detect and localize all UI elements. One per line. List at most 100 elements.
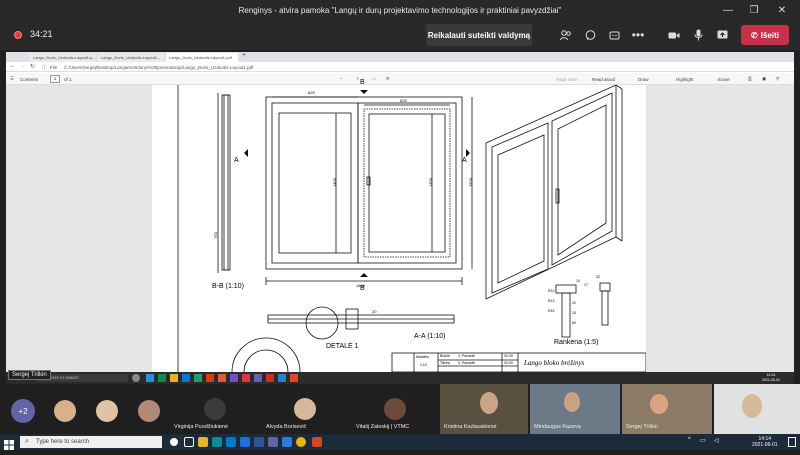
app-icon[interactable] [254,437,264,447]
erase-button[interactable]: Erase [718,77,730,82]
share-icon[interactable] [713,26,731,44]
participant-tile[interactable]: Vitalij Zaleskij | VTMC [352,384,438,434]
handle-dim: R13 [548,299,555,303]
mic-icon[interactable] [689,26,707,44]
fit-icon[interactable]: ⇔ [372,76,377,81]
chrome-icon[interactable] [296,437,306,447]
avatar [96,400,118,422]
handle-dim: R15 [548,309,555,313]
people-icon[interactable] [557,26,575,44]
section-marker-a-left: A [234,157,239,164]
app-icon [242,374,250,382]
print-icon[interactable]: ⎙ [748,76,752,81]
volume-icon[interactable]: ◁ [714,437,719,444]
tray-chevron-icon[interactable]: ^ [688,437,691,443]
participants-strip: +2 Virginija Puodžiukienė Alvyda Borisev… [0,384,800,434]
reactions-icon[interactable] [605,26,623,44]
zoom-in-icon[interactable]: + [356,76,359,81]
section-marker-a-right: A [462,157,467,164]
participant-video-tile[interactable]: Mindaugas Kazeva [530,384,620,434]
participant-video [480,392,498,414]
more-icon[interactable]: ••• [629,26,647,44]
browser-tab[interactable]: Langu_Duris_Uzduotis-Layout1... [98,53,164,62]
edge-icon[interactable] [212,437,222,447]
teams-icon[interactable] [268,437,278,447]
title-drawn-by-name: V. Pavardė [458,354,475,358]
back-icon[interactable]: ← [10,63,16,69]
minimize-icon[interactable]: — [716,0,740,20]
task-view-icon[interactable] [184,437,194,447]
address-bar[interactable]: ← → ↻ ⓘ File C:/Users/Sergej/Desktop/Lan… [6,62,794,72]
taskbar-search-input[interactable]: ⌕ Type here to search [20,436,162,448]
search-icon: ⌕ [25,438,29,445]
taskbar-clock[interactable]: 14:14 2021-06-01 [752,436,778,448]
shared-browser-window: Langu_Duris_Uzduotis-Layout1.p... Langu_… [6,52,794,372]
file-explorer-icon[interactable] [198,437,208,447]
meeting-timer: 34:21 [30,29,53,39]
title-date: 00-00 [504,361,513,365]
page-number-input[interactable]: 1 [50,75,60,83]
contents-icon[interactable]: ☰ [10,76,14,82]
avatar [138,400,160,422]
contents-button[interactable]: Contents [20,77,38,82]
self-video-tile[interactable] [714,384,800,434]
close-icon[interactable]: ✕ [770,0,794,20]
handle-dim: 22 [572,301,576,305]
app-icon [146,374,154,382]
dim-right-height: 1300 [427,178,433,187]
read-aloud-button[interactable]: Read aloud [592,77,615,82]
browser-tab[interactable]: Langu_Duris_Uzduotis-Layout1.p... [30,53,96,62]
participant-video-tile[interactable]: Kristina Kazlauskienė [440,384,528,434]
mail-icon[interactable] [226,437,236,447]
pdf-viewer[interactable]: A A B B 625 625 1400 1300 1500 1600 750 … [6,79,794,372]
section-bb-label: B-B (1:10) [212,283,244,290]
participant-tile[interactable]: Alvyda Borisevič [262,384,350,434]
windows-start-icon[interactable] [4,437,14,450]
more-participants-button[interactable]: +2 [11,399,35,423]
highlight-button[interactable]: Highlight [676,77,694,82]
notifications-icon[interactable] [788,437,796,447]
participant-tile[interactable]: Virginija Puodžiukienė [170,384,258,434]
browser-tabstrip: Langu_Duris_Uzduotis-Layout1.p... Langu_… [6,52,794,62]
participant-name: Virginija Puodžiukienė [174,424,229,430]
participant-video-tile[interactable]: Sergej Trilkin [622,384,712,434]
handle-dim: 10 [576,279,580,283]
handle-dim: 17 [584,283,588,287]
app-icon [182,374,190,382]
new-tab-icon[interactable]: + [242,52,246,59]
forward-icon[interactable]: → [20,63,26,69]
pin-icon[interactable]: ⚲ [776,76,779,82]
draw-button[interactable]: Draw [638,77,649,82]
page-view-button[interactable]: Page view [556,77,577,82]
info-icon: ⓘ [42,65,48,71]
maximize-icon[interactable]: ❐ [742,0,766,20]
url-text[interactable]: C:/Users/Sergej/Desktop/Langai%20durys%2… [64,65,253,70]
handle-dim: 24 [572,311,576,315]
cortana-icon [132,374,140,382]
rotate-icon[interactable]: ⟳ [386,76,390,82]
take-control-button[interactable]: Reikalauti suteikti valdymą [426,24,532,46]
windows-taskbar: ⌕ Type here to search ^ ▭ ◁ 14:14 2021-0… [0,434,800,450]
shared-date: 2021-06-01 [762,377,780,382]
shared-clock: 14:14 2021-06-01 [762,373,780,382]
word-icon[interactable] [282,437,292,447]
cortana-icon[interactable] [170,438,178,446]
self-video [742,394,762,418]
camera-icon[interactable] [665,26,683,44]
dim-total-height: 1500 [467,178,473,187]
store-icon[interactable] [240,437,250,447]
leave-button[interactable]: ✆ Išeiti [741,25,789,45]
app-icon [266,374,274,382]
participant-name: Sergej Trilkin [626,424,658,430]
browser-tab-active[interactable]: Langu_Duris_Uzduotis-Layout1.pdf [166,53,238,62]
zoom-out-icon[interactable]: − [340,76,343,81]
section-marker-b-top: B [360,79,365,86]
reload-icon[interactable]: ↻ [30,63,35,70]
network-icon[interactable]: ▭ [700,437,706,444]
app-icon [206,374,214,382]
detail-label: DETALĖ 1 [326,343,359,350]
save-icon[interactable]: ▣ [762,76,766,82]
chat-icon[interactable] [581,26,599,44]
powerpoint-icon[interactable] [312,437,322,447]
avatar [204,398,226,420]
